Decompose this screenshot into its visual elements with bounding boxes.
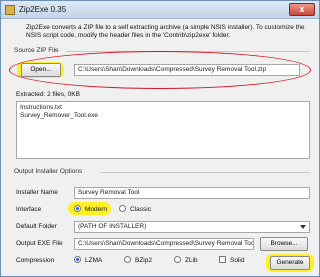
dialog-body: Zip2Exe converts a ZIP file to a self ex… xyxy=(4,21,316,274)
chevron-down-icon xyxy=(300,225,306,229)
extracted-status: Extracted: 2 files, 0KB xyxy=(16,91,80,98)
compression-bzip2-radio[interactable] xyxy=(124,256,131,263)
close-button[interactable]: x xyxy=(289,3,315,16)
compression-zlib-radio[interactable] xyxy=(174,256,181,263)
interface-classic-radio[interactable] xyxy=(119,205,126,212)
interface-modern-label: Modern xyxy=(85,206,108,213)
compression-label: Compression xyxy=(16,257,55,264)
installer-name-field[interactable]: Survey Removal Tool xyxy=(74,187,310,199)
list-item: Survey_Remover_Tool.exe xyxy=(20,112,99,119)
compression-lzma-radio[interactable] xyxy=(74,256,81,263)
compression-lzma-label: LZMA xyxy=(85,257,103,264)
extracted-files-list[interactable]: Instructions.txt Survey_Remover_Tool.exe xyxy=(16,101,310,159)
solid-checkbox[interactable] xyxy=(219,256,226,263)
browse-button[interactable]: Browse... xyxy=(260,237,308,251)
compression-zlib-label: ZLib xyxy=(185,257,198,264)
window-title: Zip2Exe 0.35 xyxy=(19,5,67,14)
compression-bzip2-label: BZip2 xyxy=(135,257,152,264)
output-group-divider xyxy=(100,172,310,173)
source-group-label: Source ZIP File xyxy=(14,47,59,54)
output-exe-label: Output EXE File xyxy=(16,240,63,247)
output-exe-field[interactable]: C:\Users\Shan\Downloads\Compressed\Surve… xyxy=(74,238,254,250)
zip2exe-window: Zip2Exe 0.35 x Zip2Exe converts a ZIP fi… xyxy=(0,0,320,277)
list-item: Instructions.txt xyxy=(20,104,62,111)
red-annotation-ellipse xyxy=(9,51,311,89)
default-folder-value: (PATH OF INSTALLER) xyxy=(78,223,147,230)
zip-app-icon xyxy=(5,5,15,15)
interface-label: Interface xyxy=(16,206,42,213)
generate-button[interactable]: Generate xyxy=(270,256,310,270)
default-folder-select[interactable]: (PATH OF INSTALLER) xyxy=(74,221,310,233)
title-bar: Zip2Exe 0.35 x xyxy=(1,1,319,19)
description-text: Zip2Exe converts a ZIP file to a self ex… xyxy=(26,24,305,39)
default-folder-label: Default Folder xyxy=(16,223,57,230)
close-icon: x xyxy=(299,4,305,14)
interface-modern-radio[interactable] xyxy=(74,205,81,212)
interface-classic-label: Classic xyxy=(130,206,151,213)
installer-name-label: Installer Name xyxy=(16,189,58,196)
solid-label: Solid xyxy=(230,257,245,264)
output-group-label: Output Installer Options xyxy=(14,168,83,175)
